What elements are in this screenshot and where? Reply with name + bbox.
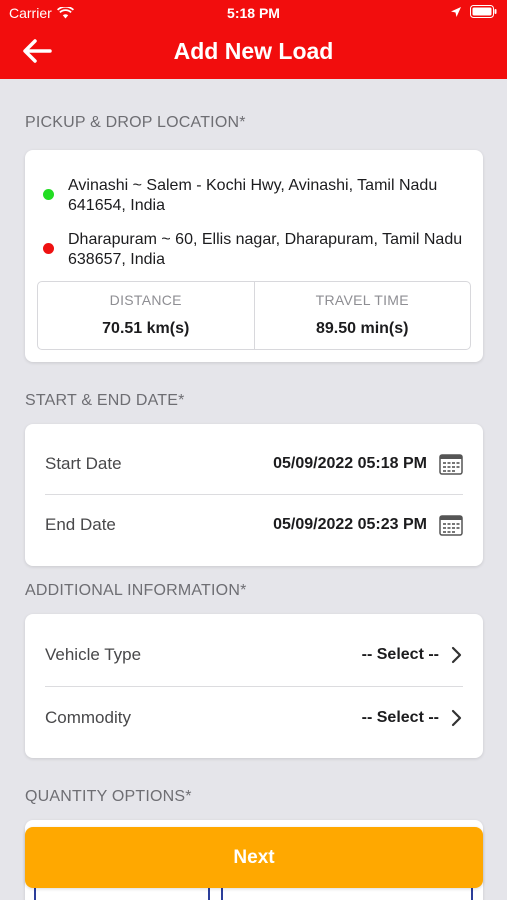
commodity-value: -- Select -- [361, 709, 439, 726]
battery-icon [470, 5, 497, 18]
distance-value: 70.51 km(s) [102, 320, 190, 337]
end-date-value: 05/09/2022 05:23 PM [273, 516, 427, 533]
page-title: Add New Load [173, 38, 334, 64]
clock: 5:18 PM [227, 5, 280, 21]
chevron-right-icon [451, 709, 463, 727]
commodity-row[interactable]: Commodity -- Select -- [45, 687, 463, 749]
drop-location[interactable]: Dharapuram ~ 60, Ellis nagar, Dharapuram… [43, 230, 467, 270]
travel-time-cell: TRAVEL TIME 89.50 min(s) [253, 282, 471, 349]
next-button[interactable]: Next [25, 827, 483, 888]
quantity-section-label: QUANTITY OPTIONS* [25, 788, 192, 805]
dates-card: Start Date 05/09/2022 05:18 PM End Date … [25, 424, 483, 566]
additional-section-label: ADDITIONAL INFORMATION* [25, 582, 247, 599]
distance-label: DISTANCE [109, 292, 182, 308]
start-date-label: Start Date [45, 454, 122, 473]
pickup-address: Avinashi ~ Salem - Kochi Hwy, Avinashi, … [68, 177, 438, 214]
location-card: Avinashi ~ Salem - Kochi Hwy, Avinashi, … [25, 150, 483, 362]
nav-bar: Add New Load [0, 26, 507, 79]
vehicle-type-label: Vehicle Type [45, 645, 142, 664]
vehicle-type-value: -- Select -- [361, 646, 439, 663]
distance-summary: DISTANCE 70.51 km(s) TRAVEL TIME 89.50 m… [37, 281, 471, 350]
dates-section-label: START & END DATE* [25, 392, 185, 409]
additional-card: Vehicle Type -- Select -- Commodity -- S… [25, 614, 483, 758]
chevron-right-icon [451, 646, 463, 664]
commodity-label: Commodity [45, 708, 131, 727]
location-arrow-icon [451, 6, 461, 17]
drop-address: Dharapuram ~ 60, Ellis nagar, Dharapuram… [68, 231, 463, 268]
vehicle-type-row[interactable]: Vehicle Type -- Select -- [45, 624, 463, 686]
calendar-icon[interactable] [439, 453, 463, 475]
travel-time-label: TRAVEL TIME [315, 292, 409, 308]
pickup-section-label: PICKUP & DROP LOCATION* [25, 114, 246, 131]
pickup-dot-icon [43, 189, 54, 200]
drop-dot-icon [43, 243, 54, 254]
start-date-value: 05/09/2022 05:18 PM [273, 455, 427, 472]
start-date-row[interactable]: Start Date 05/09/2022 05:18 PM [45, 433, 463, 495]
end-date-row[interactable]: End Date 05/09/2022 05:23 PM [45, 494, 463, 556]
end-date-label: End Date [45, 515, 116, 534]
travel-time-value: 89.50 min(s) [316, 320, 409, 337]
calendar-icon[interactable] [439, 514, 463, 536]
status-bar: Carrier 5:18 PM [0, 0, 507, 26]
distance-cell: DISTANCE 70.51 km(s) [38, 282, 254, 349]
pickup-location[interactable]: Avinashi ~ Salem - Kochi Hwy, Avinashi, … [43, 176, 467, 216]
status-indicators [450, 5, 497, 18]
